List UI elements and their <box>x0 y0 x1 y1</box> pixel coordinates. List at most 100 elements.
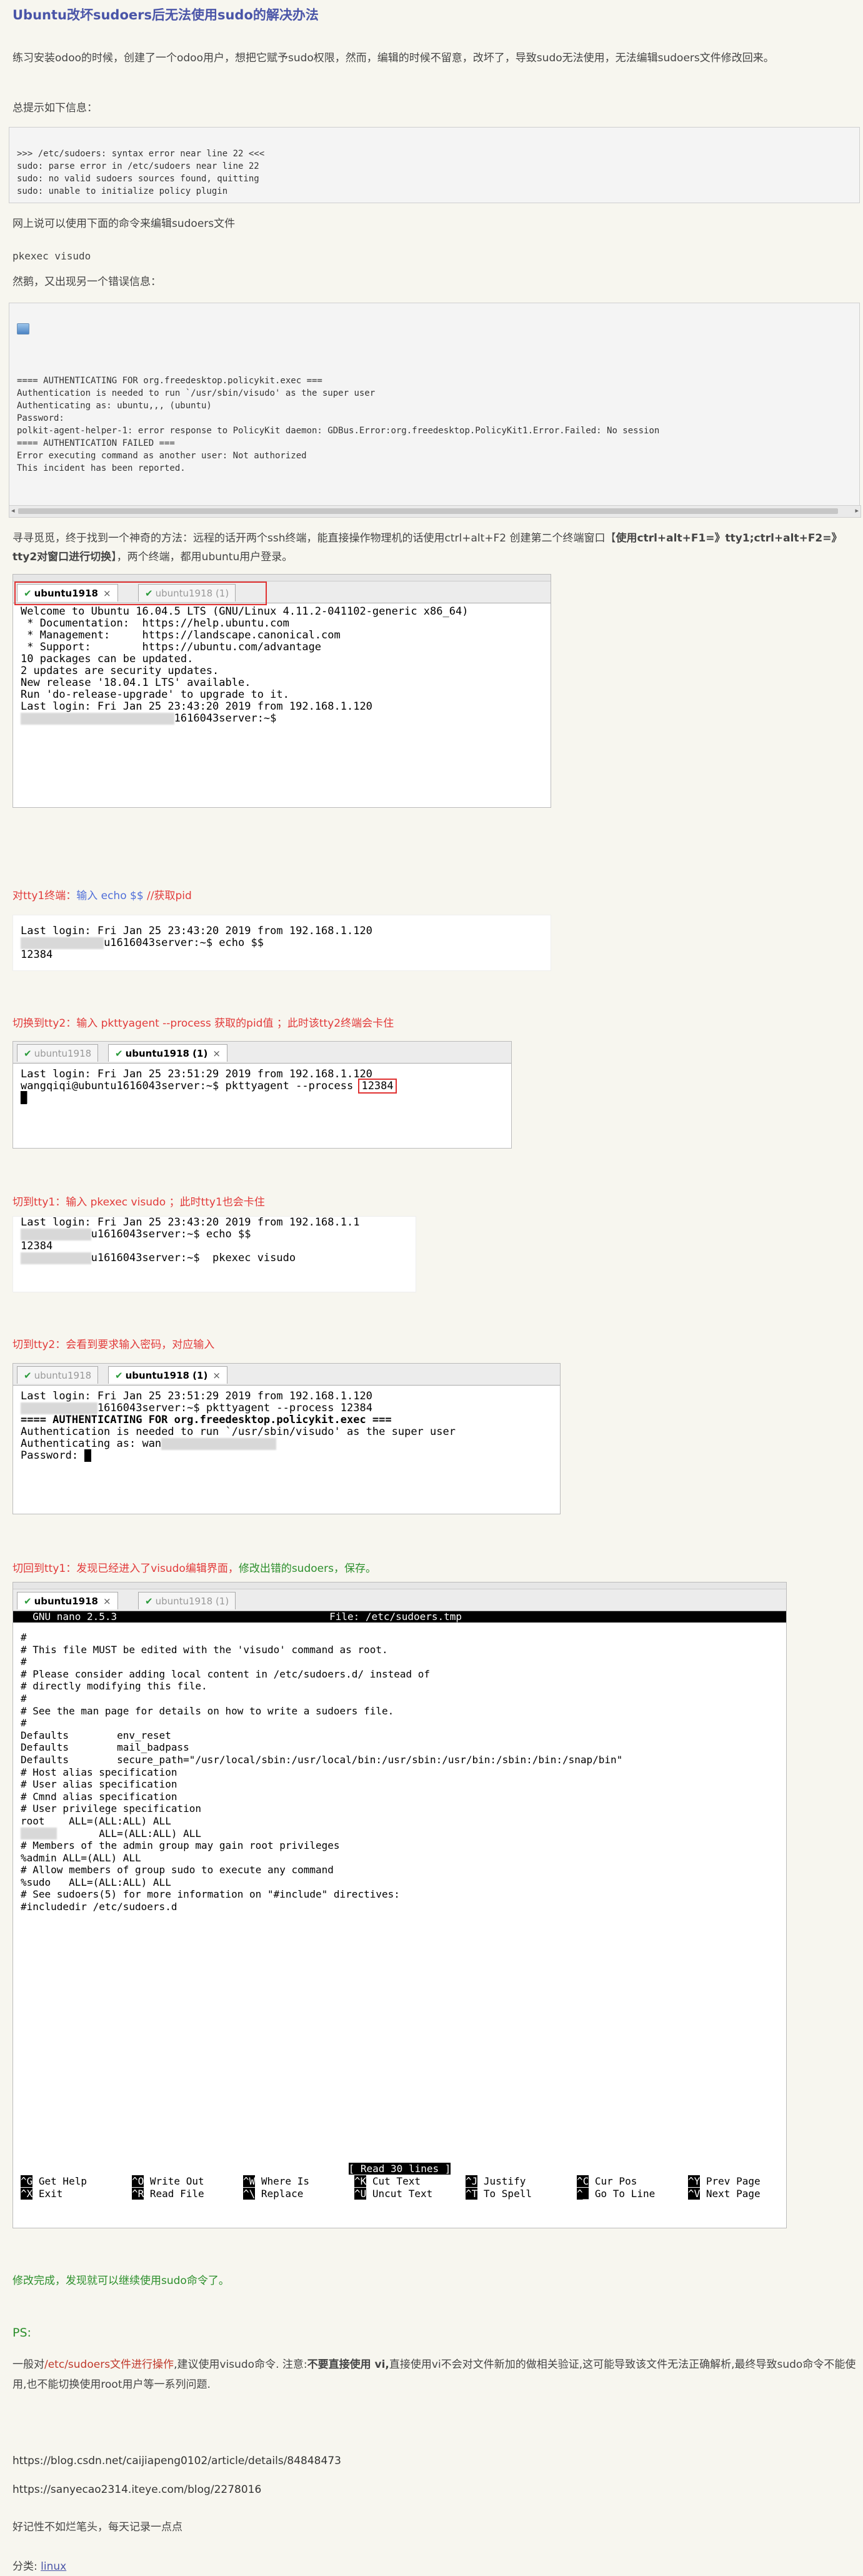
nano-shortcut-key: ^T <box>466 2188 478 2200</box>
check-icon: ✔ <box>24 1370 32 1381</box>
nano-shortcut-label: Get Help <box>32 2175 87 2187</box>
nano-shortcut-key: ^_ <box>577 2188 589 2200</box>
redacted-username: wxxxxxxxxxx <box>21 1229 91 1240</box>
nano-shortcut-row-2: ^X Exit ^R Read File ^\ Replace ^U Uncut Te… <box>13 2188 786 2200</box>
terminal-cursor <box>84 1449 91 1462</box>
terminal-line: wxxxxxxxxxxu1616043server:~$ echo $$ <box>13 1229 416 1240</box>
terminal-line: Welcome to Ubuntu 16.04.5 LTS (GNU/Linux… <box>21 605 469 618</box>
method-paragraph: 寻寻觅觅，终于找到一个神奇的方法：远程的话开两个ssh终端，能直接操作物理机的话… <box>12 532 842 563</box>
nano-shortcut-key: ^J <box>466 2175 478 2187</box>
category-link[interactable]: linux <box>41 2560 66 2573</box>
nano-status-bar: [ Read 30 lines ] <box>348 2163 451 2175</box>
category-line: 分类: linux <box>12 2560 67 2573</box>
close-tab-icon[interactable]: × <box>212 1370 221 1381</box>
page-title[interactable]: Ubuntu改坏sudoers后无法使用sudo的解决办法 <box>12 5 319 24</box>
pkexec-command: pkexec visudo <box>12 250 91 262</box>
code-line: ==== AUTHENTICATION FAILED === <box>17 438 175 448</box>
terminal-screenshot-3: ✔ ubuntu1918 ✔ ubuntu1918 (1) × Last login:… <box>12 1041 512 1149</box>
nano-shortcut-key: ^\ <box>243 2188 256 2200</box>
nano-shortcut: ^U Uncut Text <box>354 2188 432 2200</box>
terminal-screenshot-1: ✔ ubuntu1918 × ✔ ubuntu1918 (1) Welcome to … <box>12 574 551 808</box>
tab-ubuntu1918[interactable]: ✔ ubuntu1918 <box>17 1366 99 1384</box>
nano-shortcut-key: ^R <box>132 2188 144 2200</box>
editor-line: # Members of the admin group may gain ro… <box>21 1839 340 1852</box>
scroll-right-icon[interactable]: ▸ <box>855 506 859 515</box>
nano-editor-area[interactable]: # # This file MUST be edited with the 'v… <box>13 1623 786 2163</box>
nano-shortcut-key: ^K <box>354 2175 367 2187</box>
code-line: Authentication is needed to run `/usr/sb… <box>17 388 376 398</box>
reference-link-1[interactable]: https://blog.csdn.net/caijiapeng0102/art… <box>12 2452 856 2470</box>
editor-line: # See sudoers(5) for more information on… <box>21 1888 400 1901</box>
terminal-line: New release '18.04.1 LTS' available. <box>21 677 251 689</box>
redacted-username: wxxxxxxxxxx <box>21 1252 91 1264</box>
code-line: sudo: unable to initialize policy plugin <box>17 186 228 196</box>
code-line: >>> /etc/sudoers: syntax error near line… <box>17 149 265 159</box>
terminal-line: 12384 <box>21 948 53 961</box>
terminal-line: Last login: Fri Jan 25 23:43:20 2019 fro… <box>21 1216 360 1229</box>
nano-shortcut-key: ^C <box>577 2175 589 2187</box>
nano-shortcut-label: Go To Line <box>589 2188 656 2200</box>
code-horizontal-scrollbar[interactable]: ◂ ▸ <box>9 505 861 518</box>
then-error-text: 然鹅，又出现另一个错误信息： <box>12 276 161 288</box>
tab-ubuntu1918-1[interactable]: ✔ ubuntu1918 (1) <box>138 1592 236 1609</box>
nano-shortcut-label: Read File <box>144 2188 204 2200</box>
close-tab-icon[interactable]: × <box>212 1048 221 1059</box>
terminal-line: Authentication is needed to run `/usr/sb… <box>21 1426 456 1438</box>
nano-shortcut-key: ^V <box>688 2188 701 2200</box>
editor-line: # <box>21 1656 27 1668</box>
scroll-left-icon[interactable]: ◂ <box>11 506 15 515</box>
editor-line: # Please consider adding local content i… <box>21 1668 431 1680</box>
editor-line: %admin ALL=(ALL) ALL <box>21 1851 141 1864</box>
nano-shortcut-label: Cur Pos <box>589 2175 637 2187</box>
check-icon: ✔ <box>24 1048 32 1059</box>
terminal-tabs: ✔ ubuntu1918 ✔ ubuntu1918 (1) × <box>13 1364 560 1386</box>
nano-shortcut: ^W Where Is <box>243 2175 309 2187</box>
copy-code-icon[interactable] <box>17 323 29 335</box>
editor-line: # <box>21 1631 27 1643</box>
code-line: Authenticating as: ubuntu,,, (ubuntu) <box>17 401 212 411</box>
code-line: ==== AUTHENTICATING FOR org.freedesktop.… <box>17 376 322 386</box>
nano-header: GNU nano 2.5.3 File: /etc/sudoers.tmp <box>13 1611 786 1623</box>
terminal-line: * Support: https://ubuntu.com/advantage <box>21 641 322 653</box>
terminal-line: Last login: Fri Jan 25 23:43:20 2019 fro… <box>21 700 372 713</box>
tab-ubuntu1918[interactable]: ✔ ubuntu1918 <box>17 1044 99 1062</box>
reference-link-2[interactable]: https://sanyecao2314.iteye.com/blog/2278… <box>12 2480 856 2499</box>
editor-line: root ALL=(ALL:ALL) ALL <box>21 1814 171 1827</box>
editor-line: # Allow members of group sudo to execute… <box>21 1864 334 1876</box>
code-line: Error executing command as another user:… <box>17 451 307 461</box>
terminal-line: █ <box>13 1092 511 1104</box>
close-tab-icon[interactable]: × <box>103 1596 111 1607</box>
scrollbar-thumb[interactable] <box>18 508 838 514</box>
redacted-username: wxxxxxxxxxxxx <box>21 937 104 949</box>
step1-text: 对tty1终端：输入 echo $$ //获取pid <box>12 890 192 902</box>
nano-shortcut: ^G Get Help <box>21 2175 87 2187</box>
nano-shortcut: ^K Cut Text <box>354 2175 421 2187</box>
editor-line: # <box>21 1717 27 1729</box>
terminal-screenshot-4: Last login: Fri Jan 25 23:43:20 2019 fro… <box>12 1216 416 1292</box>
check-icon: ✔ <box>115 1048 123 1059</box>
nano-shortcut-label: Exit <box>32 2188 63 2200</box>
nano-shortcut-key: ^X <box>21 2188 33 2200</box>
terminal-tabs: ✔ ubuntu1918 ✔ ubuntu1918 (1) × <box>13 1042 511 1064</box>
nano-shortcut: ^C Cur Pos <box>577 2175 637 2187</box>
error-code-block-1: >>> /etc/sudoers: syntax error near line… <box>9 127 860 203</box>
error-code-block-2: ==== AUTHENTICATING FOR org.freedesktop.… <box>9 303 860 513</box>
tab-ubuntu1918-1[interactable]: ✔ ubuntu1918 (1) × <box>108 1044 227 1062</box>
redacted-username: xxxxxx <box>21 1827 57 1840</box>
terminal-line: Last login: Fri Jan 25 23:51:29 2019 fro… <box>21 1390 372 1402</box>
nano-shortcut: ^J Justify <box>466 2175 526 2187</box>
redacted-username: wangxxxxxxxx <box>21 1402 97 1414</box>
terminal-prompt-line: xxxxxxxxxxxxxxxxxxxxxxxx1616043server:~$ <box>13 713 551 725</box>
nano-shortcut-key: ^O <box>132 2175 144 2187</box>
tab-ubuntu1918-1[interactable]: ✔ ubuntu1918 (1) × <box>108 1366 227 1384</box>
terminal-screenshot-2: Last login: Fri Jan 25 23:43:20 2019 fro… <box>12 915 551 971</box>
step5-text: 切回到tty1：发现已经进入了visudo编辑界面，修改出错的sudoers，保… <box>12 1562 376 1575</box>
terminal-line: 10 packages can be updated. <box>21 653 194 665</box>
nano-shortcut: ^Y Prev Page <box>688 2175 761 2187</box>
terminal-cursor: █ <box>21 1092 27 1104</box>
tab-ubuntu1918[interactable]: ✔ ubuntu1918 × <box>17 1592 118 1609</box>
online-tip: 网上说可以使用下面的命令来编辑sudoers文件 <box>12 218 236 230</box>
nano-shortcut-row-1: ^G Get Help ^O Write Out ^W Where Is ^K Cut… <box>13 2175 786 2188</box>
code-line: Password: <box>17 413 64 423</box>
nano-shortcut-key: ^G <box>21 2175 33 2187</box>
